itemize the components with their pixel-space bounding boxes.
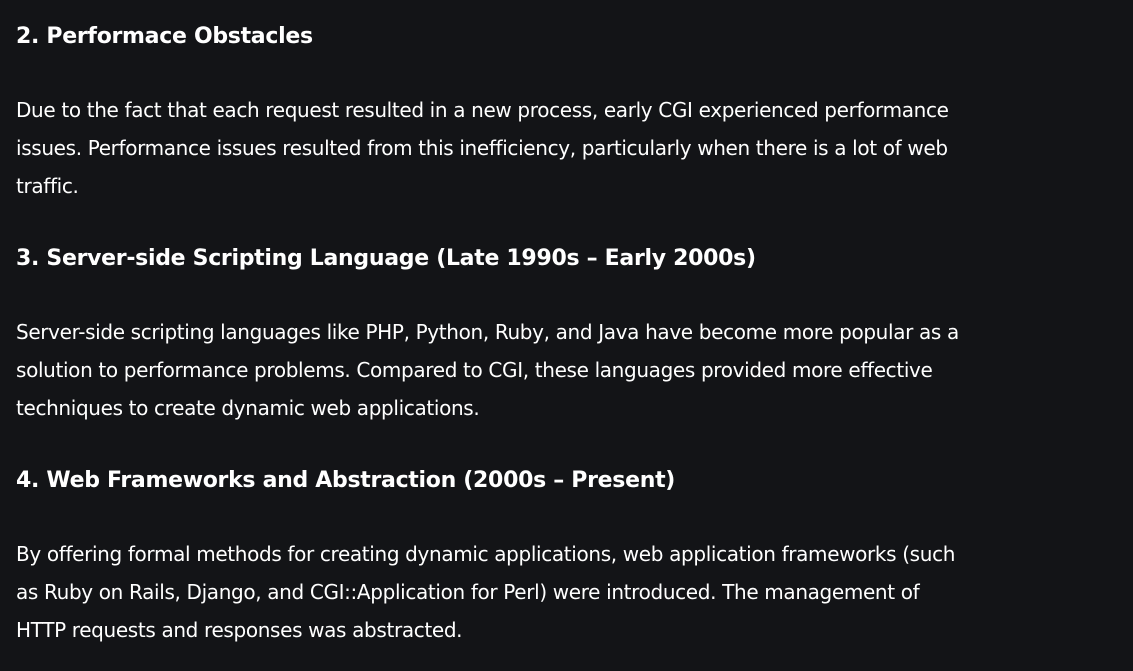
section-paragraph-server-side-scripting: Server-side scripting languages like PHP… <box>16 313 959 427</box>
section-heading-performance-obstacles: 2. Performace Obstacles <box>16 24 313 49</box>
paragraph-line: Server-side scripting languages like PHP… <box>16 320 959 344</box>
section-paragraph-web-frameworks: By offering formal methods for creating … <box>16 535 955 649</box>
paragraph-line: HTTP requests and responses was abstract… <box>16 618 463 642</box>
paragraph-line: techniques to create dynamic web applica… <box>16 396 480 420</box>
section-paragraph-performance-obstacles: Due to the fact that each request result… <box>16 91 949 205</box>
section-heading-server-side-scripting: 3. Server-side Scripting Language (Late … <box>16 246 756 271</box>
section-heading-web-frameworks: 4. Web Frameworks and Abstraction (2000s… <box>16 468 676 493</box>
paragraph-line: as Ruby on Rails, Django, and CGI::Appli… <box>16 580 920 604</box>
paragraph-line: solution to performance problems. Compar… <box>16 358 933 382</box>
paragraph-line: issues. Performance issues resulted from… <box>16 136 948 160</box>
article-content: 2. Performace Obstacles Due to the fact … <box>0 0 1133 671</box>
paragraph-line: By offering formal methods for creating … <box>16 542 956 566</box>
paragraph-line: Due to the fact that each request result… <box>16 98 949 122</box>
paragraph-line: traffic. <box>16 174 79 198</box>
